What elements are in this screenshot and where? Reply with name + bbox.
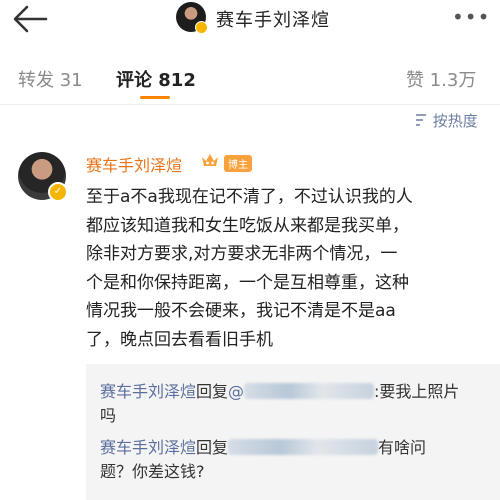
reply-item[interactable]: 赛车手刘泽煊回复@ :要我上照片 吗	[100, 380, 496, 428]
reply-word: 回复	[196, 438, 229, 457]
author-badge: 博主	[224, 155, 252, 172]
comment-line: 了，晚点回去看看旧手机	[86, 329, 273, 350]
back-arrow-icon[interactable]	[10, 2, 50, 36]
comment-text: 至于a不a我现在记不清了，不过认识我的人 都应该知道我和女生吃饭从来都是我买单，…	[86, 183, 492, 354]
redacted-blur	[228, 439, 379, 455]
reply-author[interactable]: 赛车手刘泽煊	[100, 382, 196, 401]
top-bar: 赛车手刘泽煊 •••	[0, 0, 500, 40]
tab-reposts[interactable]: 转发 31	[18, 66, 83, 92]
reply-text-cont: 吗	[100, 406, 117, 425]
tab-likes[interactable]: 赞 1.3万	[406, 66, 476, 92]
comment-line: 个是和你保持距离，一个是互相尊重，这种	[86, 272, 409, 293]
comment-line: 除非对方要求,对方要求无非两个情况，一	[86, 244, 398, 264]
divider	[0, 104, 500, 105]
comment-line: 情况我一般不会硬来，我记不清是不是aa	[86, 301, 396, 321]
reply-author[interactable]: 赛车手刘泽煊	[100, 438, 196, 457]
verified-icon: ✓	[48, 182, 68, 202]
page-title: 赛车手刘泽煊	[216, 10, 330, 31]
sort-label: 按热度	[432, 112, 478, 130]
author-avatar[interactable]	[176, 2, 208, 34]
comment-line: 都应该知道我和女生吃饭从来都是我买单，	[86, 215, 409, 236]
reply-word: 回复	[196, 382, 229, 401]
reply-item[interactable]: 赛车手刘泽煊回复 有啥问 题？你差这钱?	[100, 436, 496, 484]
verified-icon	[195, 21, 208, 34]
more-options-icon[interactable]: •••	[452, 7, 490, 27]
reply-text: :要我上照片	[374, 382, 460, 401]
comment-author[interactable]: 赛车手刘泽煊	[86, 152, 182, 176]
mention-redacted: @	[228, 382, 245, 401]
sort-button[interactable]: 按热度	[414, 110, 478, 131]
comment-line: 至于a不a我现在记不清了，不过认识我的人	[86, 187, 413, 207]
redacted-blur	[244, 383, 375, 399]
comment-avatar[interactable]: ✓	[18, 152, 68, 202]
replies-box: 赛车手刘泽煊回复@:要我上照片 吗 赛车手刘泽煊回复 有啥问 题？你差这钱?	[86, 364, 500, 500]
reply-text: 有啥问	[378, 438, 427, 457]
active-tab-indicator	[140, 96, 170, 99]
reply-text-cont: 题？你差这钱?	[100, 462, 205, 481]
vip-crown-icon	[202, 154, 218, 166]
tab-comments[interactable]: 评论 812	[116, 66, 196, 92]
sort-icon	[416, 114, 426, 126]
